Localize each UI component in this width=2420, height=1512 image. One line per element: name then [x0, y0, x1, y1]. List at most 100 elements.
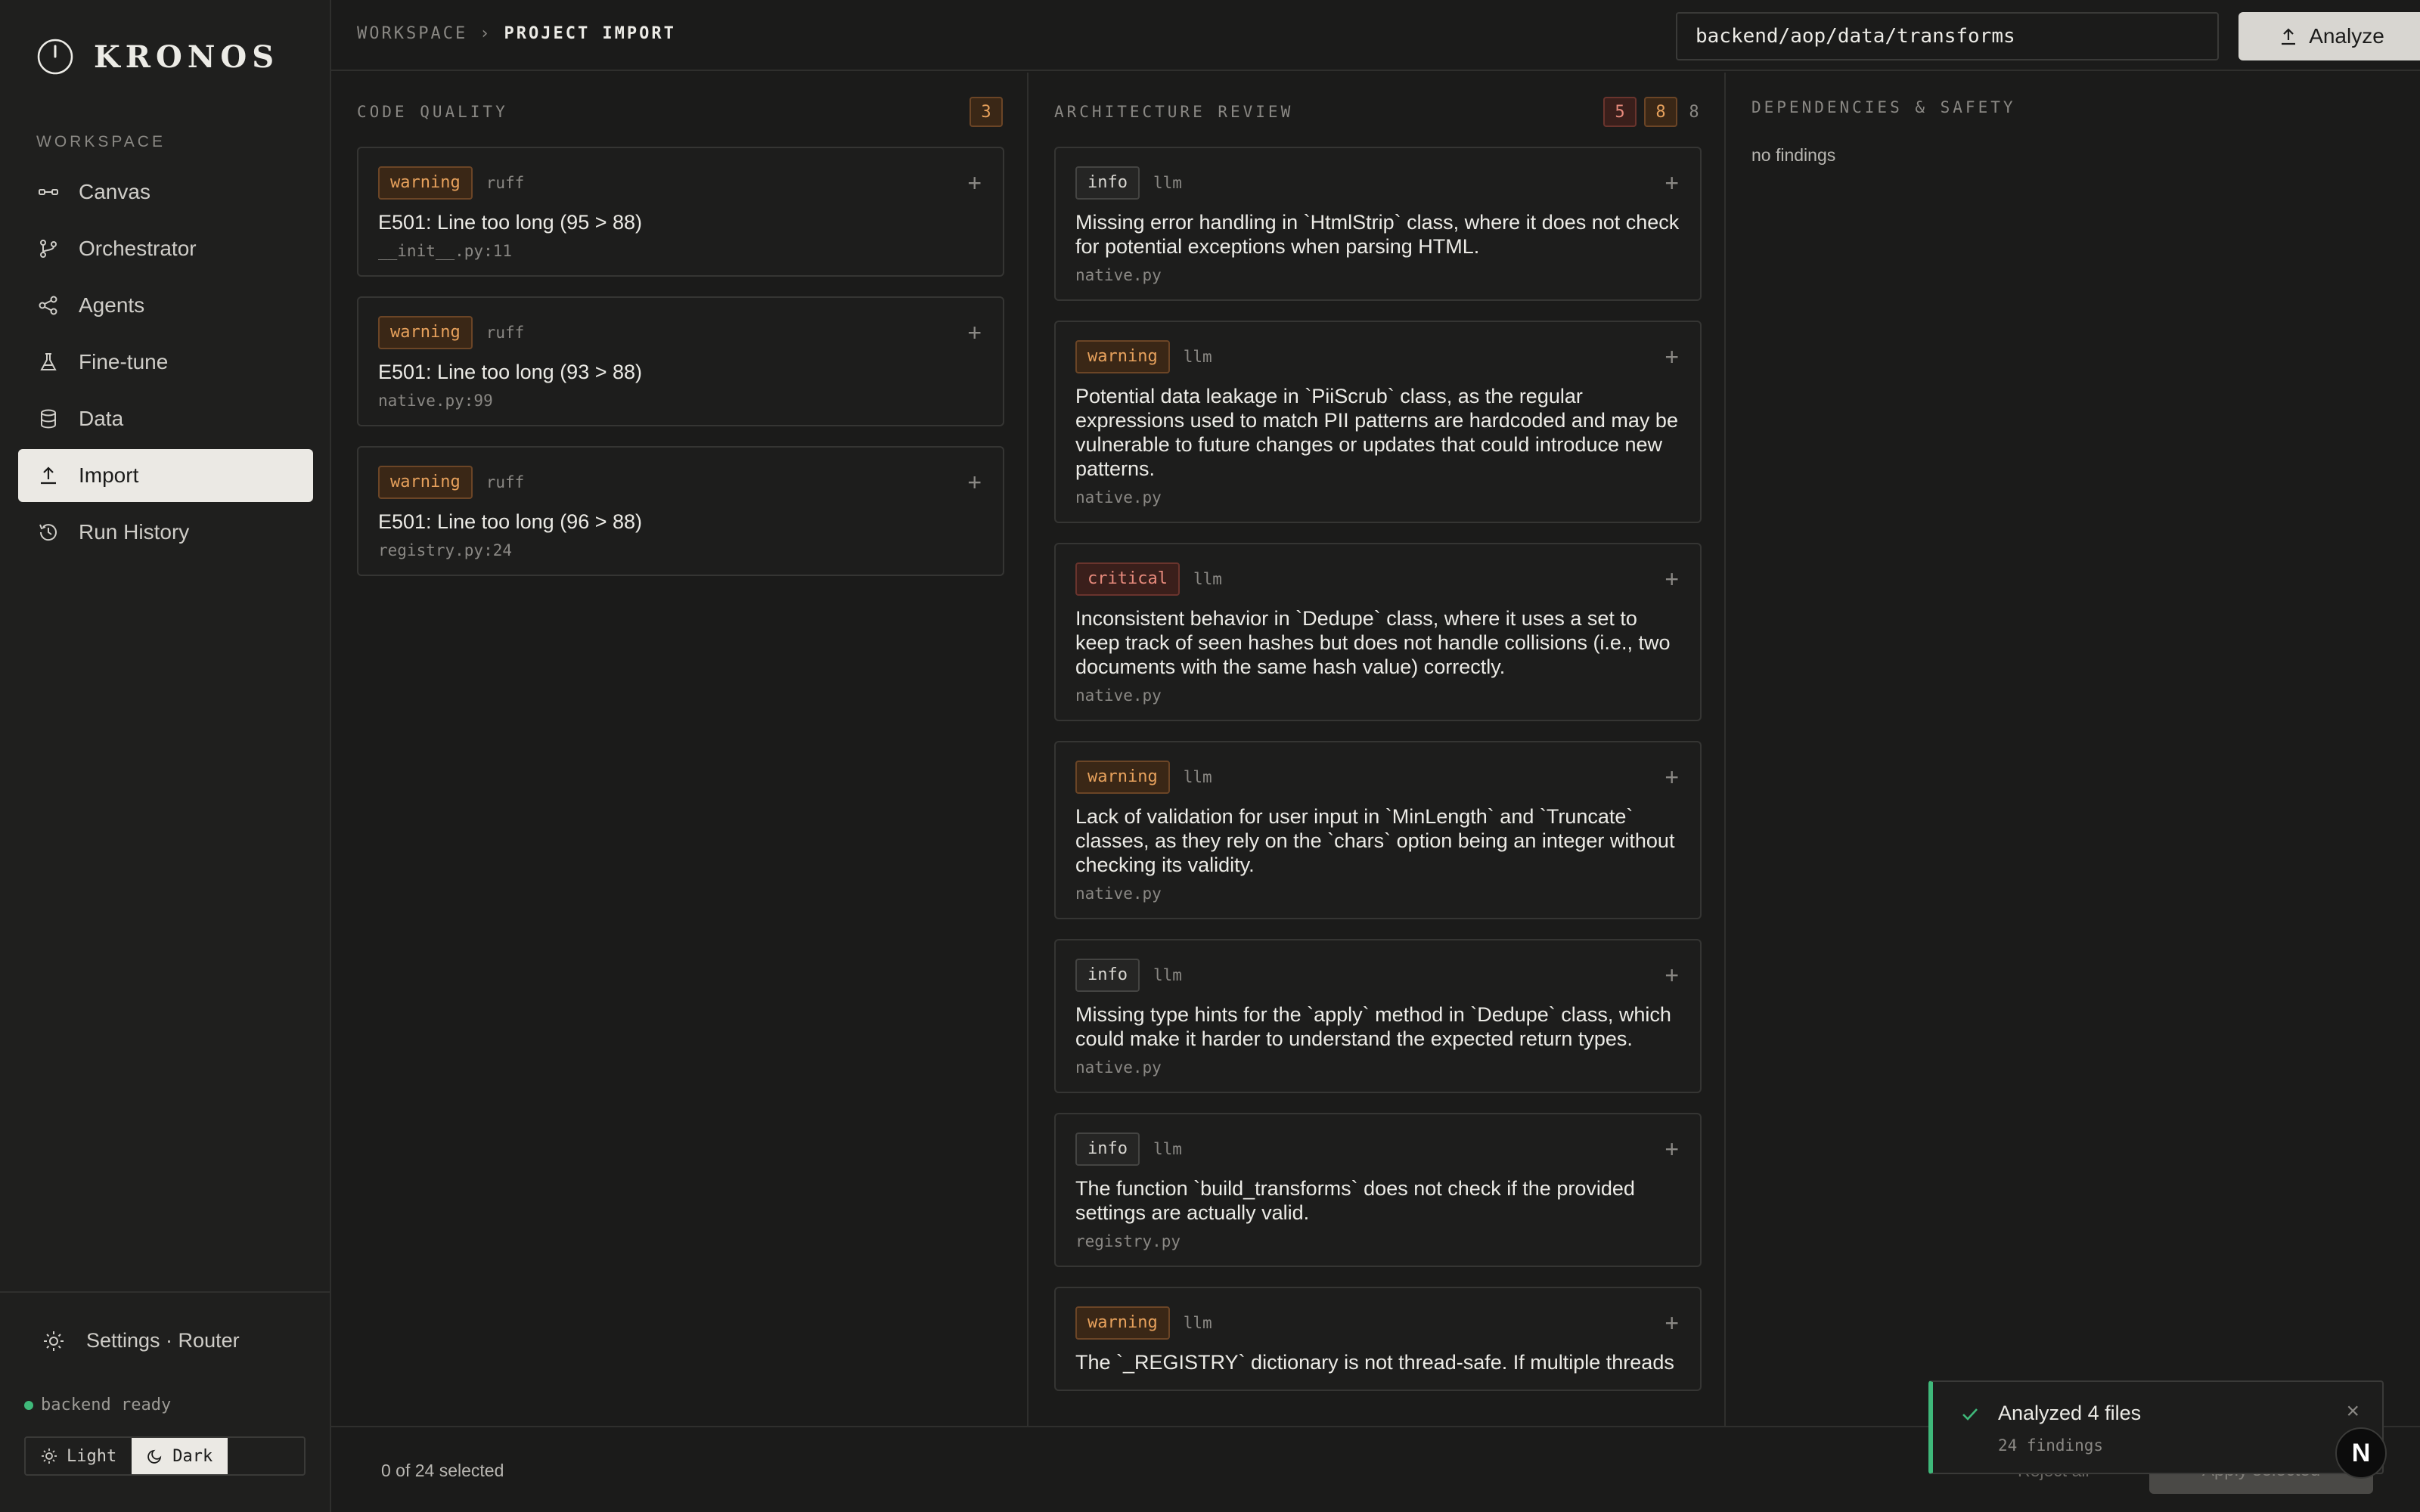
finding-source: llm [1183, 768, 1212, 786]
finding-location: native.py [1075, 488, 1162, 507]
add-finding-icon[interactable]: + [1665, 765, 1679, 789]
architecture-review-column: ARCHITECTURE REVIEW 5 8 8 info llm + Mis… [1030, 73, 1726, 1426]
add-finding-icon[interactable]: + [1665, 567, 1679, 591]
finding-card[interactable]: warning ruff + E501: Line too long (96 >… [357, 446, 1004, 576]
add-finding-icon[interactable]: + [1665, 345, 1679, 369]
finding-source: llm [1153, 174, 1182, 192]
finding-card[interactable]: info llm + Missing type hints for the `a… [1054, 939, 1702, 1093]
selection-count: 0 of 24 selected [381, 1461, 504, 1480]
add-finding-icon[interactable]: + [1665, 1137, 1679, 1161]
finding-card[interactable]: info llm + The function `build_transform… [1054, 1113, 1702, 1267]
sidebar-item-label: Data [79, 407, 124, 430]
sun-icon [42, 1448, 57, 1464]
finding-location: __init__.py:11 [378, 242, 513, 260]
column-counts: 5 8 8 [1596, 97, 1700, 127]
finding-message: E501: Line too long (95 > 88) [378, 211, 643, 234]
theme-dark-button[interactable]: Dark [132, 1438, 228, 1474]
finding-location: registry.py:24 [378, 541, 513, 559]
add-finding-icon[interactable]: + [1665, 171, 1679, 195]
finding-card[interactable]: warning llm + Potential data leakage in … [1054, 321, 1702, 523]
finding-card[interactable]: warning ruff + E501: Line too long (93 >… [357, 296, 1004, 426]
column-title: CODE QUALITY [357, 103, 508, 121]
sidebar-item-run-history[interactable]: Run History [18, 506, 313, 559]
finding-card[interactable]: critical llm + Inconsistent behavior in … [1054, 543, 1702, 721]
severity-badge: info [1075, 1132, 1140, 1166]
finding-list: info llm + Missing error handling in `Ht… [1054, 147, 1702, 1411]
logo-icon [37, 39, 73, 75]
avatar[interactable]: N [2335, 1427, 2387, 1479]
severity-badge: info [1075, 166, 1140, 200]
branch-icon [40, 240, 57, 258]
moon-icon [147, 1449, 162, 1464]
finding-card[interactable]: warning llm + The `_REGISTRY` dictionary… [1054, 1287, 1702, 1391]
severity-badge: warning [1075, 1306, 1170, 1340]
add-finding-icon[interactable]: + [967, 171, 982, 195]
finding-source: llm [1153, 1140, 1182, 1158]
finding-location: native.py [1075, 885, 1162, 903]
finding-location: native.py [1075, 266, 1162, 284]
add-finding-icon[interactable]: + [967, 321, 982, 345]
sidebar-nav: Canvas Orchestrator Agents Fine-tune Dat… [18, 166, 313, 562]
finding-message: Lack of validation for user input in `Mi… [1075, 805, 1675, 876]
breadcrumb-workspace[interactable]: WORKSPACE [357, 24, 467, 43]
critical-count-badge: 5 [1603, 97, 1637, 127]
severity-badge: warning [1075, 340, 1170, 373]
finding-message: Missing type hints for the `apply` metho… [1075, 1003, 1671, 1050]
add-finding-icon[interactable]: + [967, 470, 982, 494]
sidebar-item-label: Orchestrator [79, 237, 197, 260]
finding-card[interactable]: info llm + Missing error handling in `Ht… [1054, 147, 1702, 301]
finding-message: E501: Line too long (96 > 88) [378, 510, 643, 533]
finding-source: llm [1193, 570, 1222, 588]
database-icon [41, 409, 56, 429]
finding-message: E501: Line too long (93 > 88) [378, 361, 643, 383]
finding-message: Inconsistent behavior in `Dedupe` class,… [1075, 607, 1671, 678]
finding-card[interactable]: warning llm + Lack of validation for use… [1054, 741, 1702, 919]
severity-badge: warning [378, 166, 473, 200]
sidebar-item-orchestrator[interactable]: Orchestrator [18, 222, 313, 275]
app-name: KRONOS [94, 39, 280, 75]
finding-source: llm [1183, 348, 1212, 366]
add-finding-icon[interactable]: + [1665, 963, 1679, 987]
analyze-button[interactable]: Analyze [2238, 12, 2420, 60]
finding-source: llm [1183, 1314, 1212, 1332]
sidebar-item-label: Agents [79, 293, 145, 317]
column-counts: 3 [962, 97, 1003, 127]
sidebar-divider [0, 1291, 330, 1293]
severity-badge: warning [378, 316, 473, 349]
sidebar-item-import[interactable]: Import [18, 449, 313, 502]
theme-light-label: Light [67, 1446, 117, 1466]
sidebar-item-label: Fine-tune [79, 350, 169, 373]
brand[interactable]: KRONOS [36, 38, 279, 76]
sidebar-item-label: Import [79, 463, 139, 487]
agents-icon [39, 296, 57, 315]
finding-location: native.py:99 [378, 392, 493, 410]
severity-badge: warning [378, 466, 473, 499]
severity-badge: critical [1075, 562, 1180, 596]
dependencies-column: DEPENDENCIES & SAFETY no findings [1727, 73, 2420, 1426]
sidebar-item-fine-tune[interactable]: Fine-tune [18, 336, 313, 389]
topbar: WORKSPACE › PROJECT IMPORT Analyze [331, 0, 2420, 71]
empty-state: no findings [1751, 145, 1836, 165]
path-input[interactable] [1676, 12, 2219, 60]
theme-light-button[interactable]: Light [26, 1438, 132, 1474]
sidebar-item-canvas[interactable]: Canvas [18, 166, 313, 218]
analyze-label: Analyze [2309, 24, 2384, 48]
history-icon [39, 524, 57, 541]
breadcrumb-separator: › [479, 24, 492, 43]
theme-dark-label: Dark [172, 1446, 213, 1466]
settings-button[interactable]: Settings · Router [42, 1329, 240, 1352]
sidebar-item-data[interactable]: Data [18, 392, 313, 445]
sidebar-item-agents[interactable]: Agents [18, 279, 313, 332]
add-finding-icon[interactable]: + [1665, 1311, 1679, 1335]
finding-message: Potential data leakage in `PiiScrub` cla… [1075, 385, 1678, 480]
nav-section-label: WORKSPACE [36, 133, 166, 150]
toast-title: Analyzed 4 files [1998, 1402, 2142, 1424]
status-dot-icon [24, 1400, 33, 1410]
upload-icon [2282, 28, 2296, 45]
finding-location: registry.py [1075, 1232, 1181, 1250]
finding-card[interactable]: warning ruff + E501: Line too long (95 >… [357, 147, 1004, 277]
toast-subtitle: 24 findings [1998, 1436, 2104, 1455]
close-icon[interactable]: × [2346, 1399, 2360, 1424]
warning-count-badge: 8 [1644, 97, 1677, 127]
warning-count-badge: 3 [970, 97, 1003, 127]
